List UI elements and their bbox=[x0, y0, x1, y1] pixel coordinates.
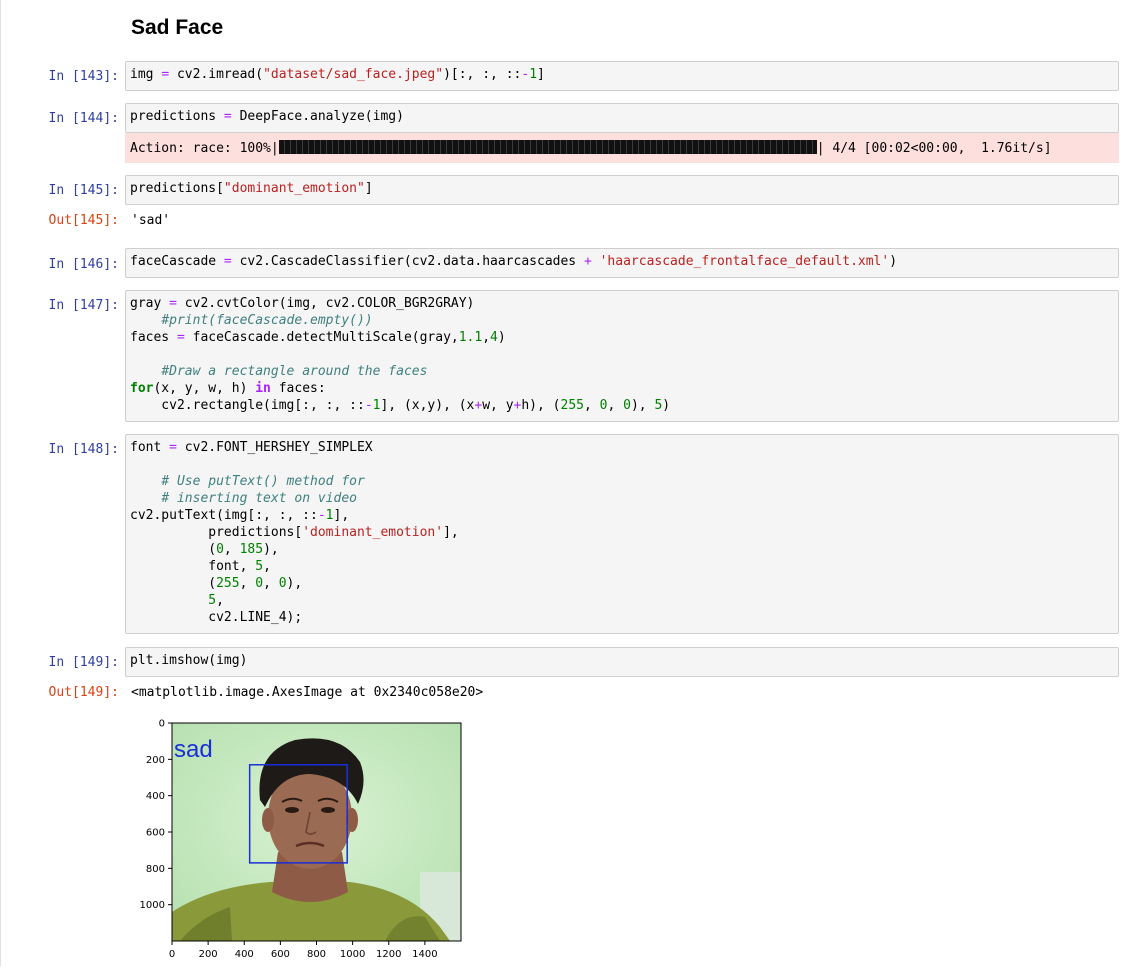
y-tick-label: 200 bbox=[146, 755, 165, 766]
cell-prompt: In [148]: bbox=[48, 442, 119, 457]
code-cell[interactable]: font = cv2.FONT_HERSHEY_SIMPLEX # Use pu… bbox=[125, 434, 1119, 634]
x-axis: 0 200 400 600 800 1000 1200 1400 bbox=[169, 941, 438, 960]
imshow-plot: sad 0 200 400 600 800 1000 0 200 400 600 800 1000 1… bbox=[120, 712, 480, 966]
cell-prompt: In [144]: bbox=[48, 111, 119, 126]
progress-output: Action: race: 100%| | 4/4 [00:02<00:00, 1… bbox=[125, 133, 1119, 163]
photo-image bbox=[172, 723, 461, 941]
progress-suffix: | 4/4 [00:02<00:00, 1.76it/s] bbox=[816, 141, 1052, 156]
cell-output: 'sad' bbox=[131, 213, 171, 228]
code-text: img = cv2.imread("dataset/sad_face.jpeg"… bbox=[130, 67, 545, 82]
code-text: predictions["dominant_emotion"] bbox=[130, 181, 373, 196]
code-text: predictions = DeepFace.analyze(img) bbox=[130, 109, 404, 124]
progress-prefix: Action: race: 100%| bbox=[130, 141, 279, 156]
cell-prompt: In [146]: bbox=[48, 257, 119, 272]
code-text: gray = cv2.cvtColor(img, cv2.COLOR_BGR2G… bbox=[130, 296, 671, 413]
code-text: plt.imshow(img) bbox=[130, 653, 248, 668]
y-axis: 0 200 400 600 800 1000 bbox=[140, 719, 172, 911]
y-tick-label: 600 bbox=[146, 828, 165, 839]
y-tick-label: 800 bbox=[146, 864, 165, 875]
x-tick-label: 800 bbox=[307, 949, 326, 960]
cell-output: <matplotlib.image.AxesImage at 0x2340c05… bbox=[131, 685, 484, 700]
y-tick-label: 400 bbox=[146, 791, 165, 802]
code-text: font = cv2.FONT_HERSHEY_SIMPLEX # Use pu… bbox=[130, 440, 459, 625]
progress-bar bbox=[278, 140, 817, 154]
code-cell[interactable]: predictions["dominant_emotion"] bbox=[125, 175, 1119, 205]
x-tick-label: 1200 bbox=[376, 949, 401, 960]
overlay-text: sad bbox=[174, 736, 213, 763]
cell-prompt: In [143]: bbox=[48, 69, 119, 84]
code-cell[interactable]: predictions = DeepFace.analyze(img) bbox=[125, 103, 1119, 133]
x-tick-label: 600 bbox=[271, 949, 290, 960]
section-heading: Sad Face bbox=[131, 16, 224, 39]
y-tick-label: 0 bbox=[159, 719, 165, 730]
code-cell[interactable]: plt.imshow(img) bbox=[125, 647, 1119, 677]
left-border bbox=[0, 0, 1, 966]
x-tick-label: 400 bbox=[235, 949, 254, 960]
cell-prompt: In [147]: bbox=[48, 298, 119, 313]
output-prompt: Out[145]: bbox=[48, 213, 119, 228]
code-cell[interactable]: faceCascade = cv2.CascadeClassifier(cv2.… bbox=[125, 248, 1119, 278]
cell-prompt: In [145]: bbox=[48, 183, 119, 198]
cell-prompt: In [149]: bbox=[48, 655, 119, 670]
code-cell[interactable]: img = cv2.imread("dataset/sad_face.jpeg"… bbox=[125, 61, 1119, 91]
x-tick-label: 0 bbox=[169, 949, 175, 960]
x-tick-label: 1000 bbox=[340, 949, 365, 960]
code-text: faceCascade = cv2.CascadeClassifier(cv2.… bbox=[130, 254, 898, 269]
y-tick-label: 1000 bbox=[140, 900, 165, 911]
x-tick-label: 1400 bbox=[412, 949, 437, 960]
output-prompt: Out[149]: bbox=[48, 685, 119, 700]
x-tick-label: 200 bbox=[199, 949, 218, 960]
code-cell[interactable]: gray = cv2.cvtColor(img, cv2.COLOR_BGR2G… bbox=[125, 290, 1119, 422]
plot-svg: sad 0 200 400 600 800 1000 0 200 400 600 800 1000 1… bbox=[140, 719, 462, 960]
